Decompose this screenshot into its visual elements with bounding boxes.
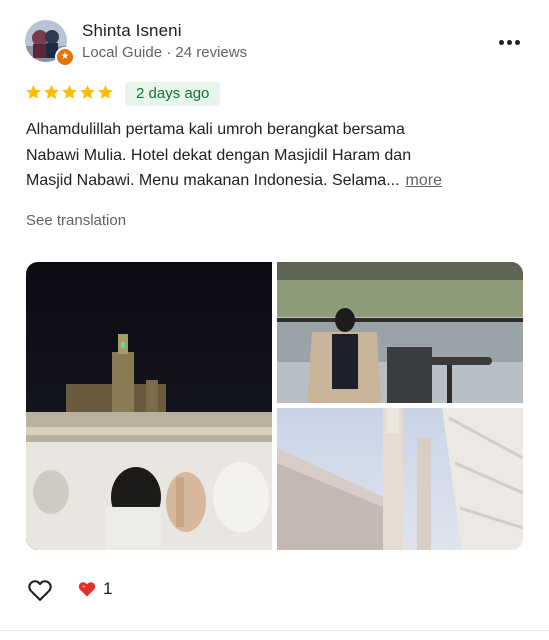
- reviewer-meta: Local Guide · 24 reviews: [82, 44, 248, 61]
- review-card: ★ Shinta Isneni Local Guide · 24 reviews…: [0, 0, 549, 640]
- heart-outline-icon[interactable]: [26, 576, 54, 604]
- star-icon: [98, 85, 113, 99]
- reaction-count: 1: [103, 579, 113, 598]
- see-translation-link[interactable]: See translation: [26, 212, 126, 229]
- star-icon: [44, 85, 59, 99]
- review-text: Alhamdulillah pertama kali umroh berangk…: [26, 117, 526, 194]
- reaction-summary[interactable]: 1: [77, 579, 112, 599]
- review-text-line: Alhamdulillah pertama kali umroh berangk…: [26, 121, 405, 138]
- star-icon: [80, 85, 95, 99]
- local-guide-star-icon: ★: [55, 47, 75, 67]
- star-rating: [25, 84, 114, 101]
- reviewer-name[interactable]: Shinta Isneni: [82, 21, 182, 41]
- review-text-line: Masjid Nabawi. Menu makanan Indonesia. S…: [26, 168, 526, 194]
- more-link[interactable]: more: [406, 172, 442, 189]
- review-photo[interactable]: [277, 408, 523, 550]
- more-options-icon[interactable]: [494, 30, 524, 54]
- star-icon: [62, 85, 77, 99]
- review-photo[interactable]: [277, 262, 523, 403]
- review-text-line: Nabawi Mulia. Hotel dekat dengan Masjidi…: [26, 146, 412, 164]
- divider: [0, 630, 549, 631]
- review-photo[interactable]: [26, 262, 272, 550]
- review-text-line-content: Masjid Nabawi. Menu makanan Indonesia. S…: [26, 172, 400, 189]
- star-icon: [26, 85, 41, 99]
- red-heart-icon: [78, 582, 96, 597]
- review-date-badge: 2 days ago: [125, 82, 221, 106]
